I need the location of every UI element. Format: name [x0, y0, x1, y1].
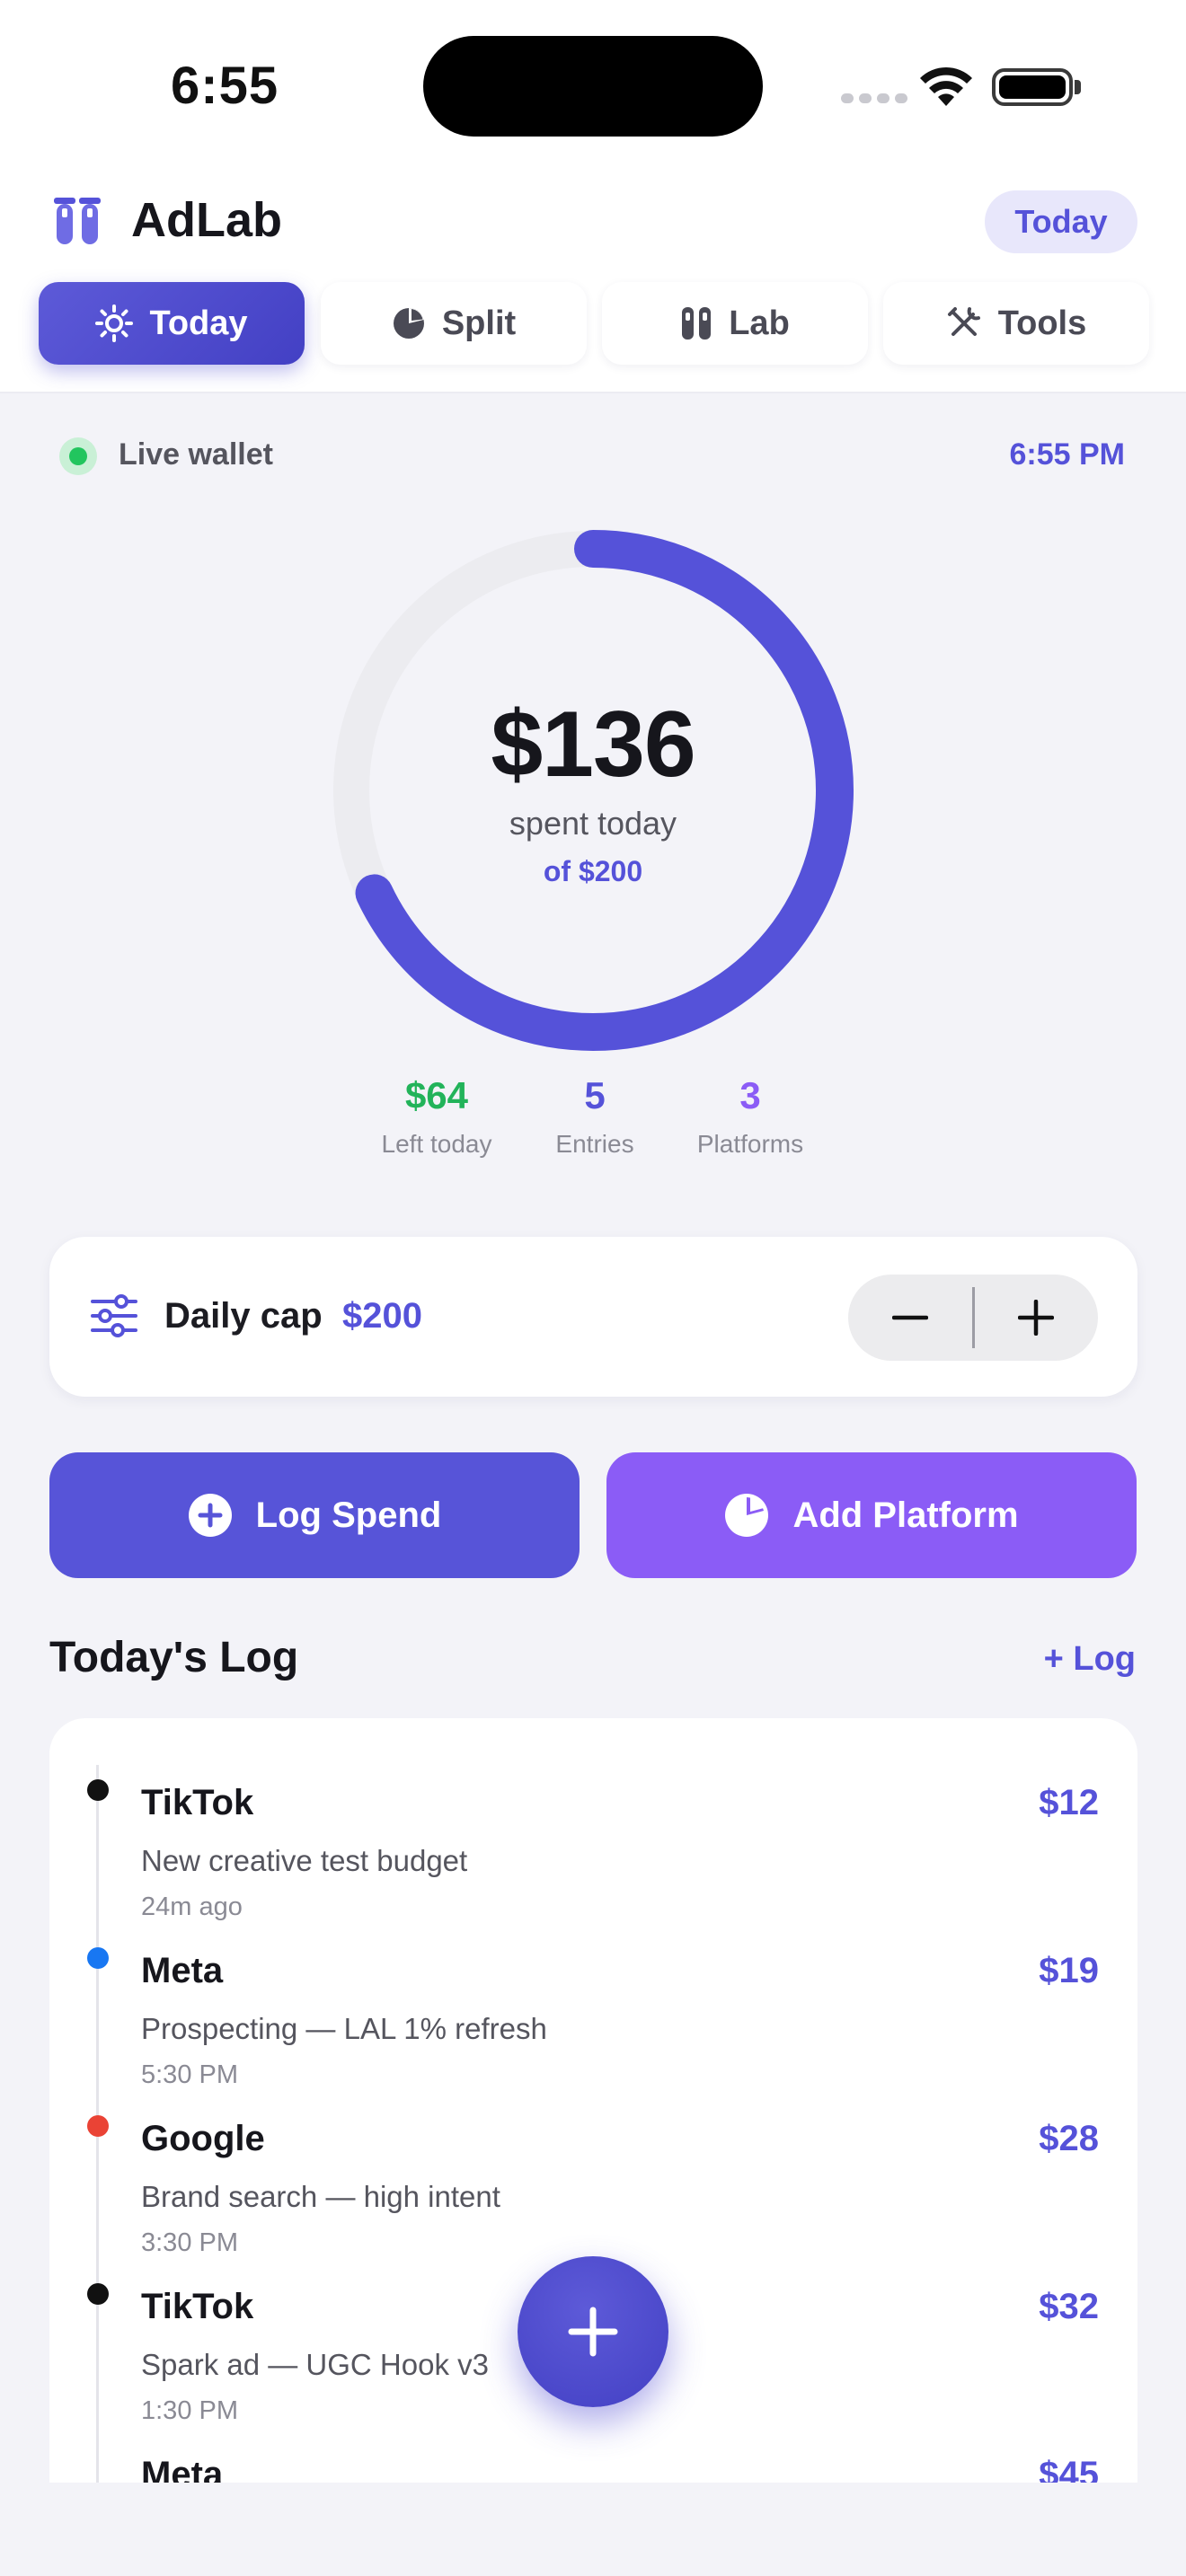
todays-log-title: Today's Log	[49, 1634, 299, 1681]
live-wallet-label: Live wallet	[119, 437, 273, 472]
list-item[interactable]: Google Brand search — high intent 3:30 P…	[49, 2090, 1137, 2258]
sun-icon	[95, 304, 134, 342]
pie-chart-icon	[393, 308, 424, 339]
tab-split[interactable]: Split	[321, 282, 587, 365]
tab-today[interactable]: Today	[39, 282, 305, 365]
cellular-signal-icon	[841, 93, 907, 103]
today-badge[interactable]: Today	[985, 190, 1137, 253]
list-item[interactable]: TikTok New creative test budget 24m ago …	[49, 1754, 1137, 1922]
entry-time: 5:30 PM	[141, 2060, 238, 2089]
dynamic-island	[423, 36, 763, 137]
sliders-icon	[91, 1294, 137, 1337]
entry-amount: $28	[1039, 2119, 1099, 2158]
stat-platforms: 3 Platforms	[651, 1074, 849, 1159]
plus-icon	[568, 2307, 618, 2357]
platform-dot	[87, 2283, 109, 2305]
test-tubes-icon	[54, 198, 101, 244]
platform-dot	[87, 2115, 109, 2137]
status-time: 6:55	[171, 57, 279, 115]
stat-label: Platforms	[696, 1130, 804, 1158]
entry-time: 24m ago	[141, 1892, 243, 1921]
live-indicator-dot	[69, 447, 87, 465]
log-spend-label: Log Spend	[255, 1495, 442, 1535]
tab-label: Split	[441, 304, 517, 342]
entry-description: New creative test budget	[141, 1844, 468, 1877]
tab-label: Lab	[729, 304, 790, 342]
log-spend-button[interactable]: Log Spend	[49, 1452, 580, 1578]
tab-lab[interactable]: Lab	[602, 282, 868, 365]
entry-amount: $12	[1039, 1783, 1099, 1822]
entry-platform: TikTok	[141, 2287, 254, 2326]
entry-description: Prospecting — LAL 1% refresh	[141, 2012, 547, 2045]
pie-chart-icon	[725, 1494, 769, 1537]
increase-cap-button[interactable]	[974, 1275, 1098, 1361]
live-wallet-time: 6:55 PM	[1009, 437, 1126, 472]
entry-platform: Meta	[141, 1951, 224, 1990]
test-tubes-icon	[682, 307, 712, 340]
platform-dot	[87, 1779, 109, 1801]
daily-cap-label: Daily cap	[164, 1296, 323, 1336]
entry-description: Spark ad — UGC Hook v3	[141, 2348, 489, 2381]
spent-amount: $136	[491, 693, 695, 797]
tab-label: Today	[149, 304, 248, 342]
entry-amount: $19	[1039, 1951, 1099, 1990]
spent-label: spent today	[509, 805, 677, 842]
decrease-cap-button[interactable]	[848, 1275, 972, 1361]
daily-cap-stepper	[848, 1275, 1098, 1361]
add-entry-fab[interactable]	[518, 2256, 668, 2407]
battery-icon	[992, 68, 1073, 106]
minus-icon	[892, 1315, 928, 1320]
add-platform-label: Add Platform	[792, 1495, 1019, 1535]
log-list: TikTok New creative test budget 24m ago …	[49, 1718, 1137, 2576]
add-log-link[interactable]: + Log	[1044, 1640, 1136, 1679]
stat-value: 3	[739, 1074, 761, 1116]
cap-label: of $200	[543, 855, 643, 887]
entry-platform: TikTok	[141, 1783, 254, 1822]
daily-cap-card: Daily cap $200	[49, 1237, 1137, 1397]
plus-icon	[1018, 1300, 1054, 1336]
tab-label: Tools	[997, 304, 1087, 342]
wifi-icon	[920, 66, 972, 106]
list-item[interactable]: Meta Prospecting — LAL 1% refresh 5:30 P…	[49, 1922, 1137, 2090]
entry-time: 1:30 PM	[141, 2396, 238, 2425]
daily-cap-value: $200	[342, 1296, 422, 1336]
platform-dot	[87, 1947, 109, 1969]
entry-amount: $32	[1039, 2287, 1099, 2326]
battery-cap	[1075, 80, 1081, 94]
entry-time: 3:30 PM	[141, 2228, 238, 2257]
entry-description: Brand search — high intent	[141, 2180, 500, 2213]
tools-icon	[947, 307, 980, 336]
bottom-safe-area	[0, 2483, 1186, 2576]
plus-circle-icon	[188, 1494, 232, 1537]
add-platform-button[interactable]: Add Platform	[606, 1452, 1137, 1578]
app-title: AdLab	[131, 193, 282, 247]
entry-platform: Google	[141, 2119, 265, 2158]
tab-tools[interactable]: Tools	[883, 282, 1149, 365]
